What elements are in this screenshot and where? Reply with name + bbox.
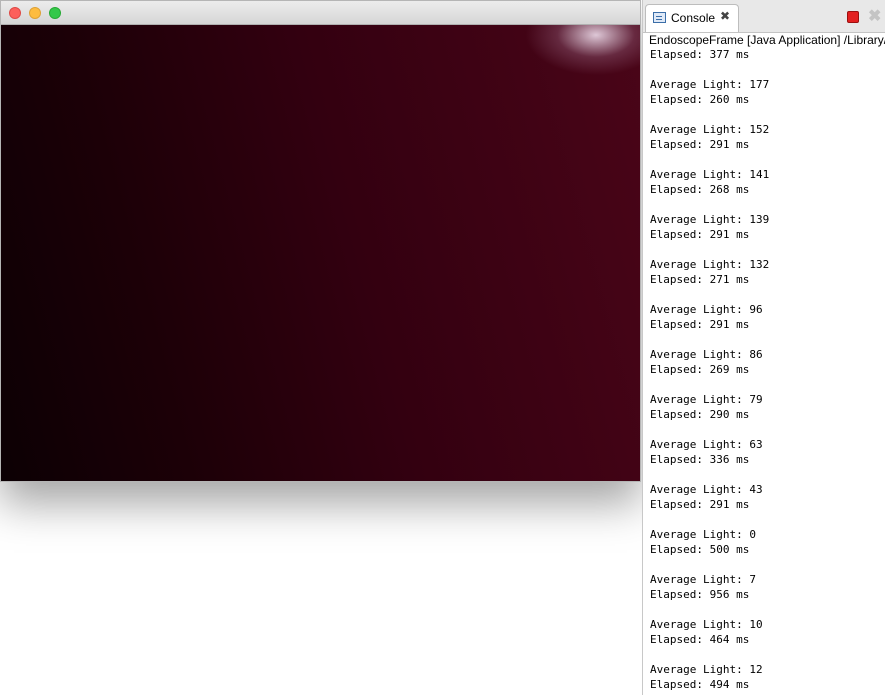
console-line: Elapsed: 464 ms: [650, 633, 750, 646]
console-icon: [653, 12, 666, 23]
console-line: Average Light: 12: [650, 663, 763, 676]
console-panel: Console ✖ ✖ EndoscopeFrame [Java Applica…: [642, 0, 885, 695]
launch-description: EndoscopeFrame [Java Application] /Libra…: [649, 33, 885, 47]
close-window-button[interactable]: [9, 7, 21, 19]
console-line: Average Light: 79: [650, 393, 763, 406]
console-line: Average Light: 141: [650, 168, 770, 181]
endoscope-window: [0, 0, 641, 482]
camera-video-feed: [1, 25, 640, 481]
console-line: Average Light: 63: [650, 438, 763, 451]
console-line: Average Light: 132: [650, 258, 770, 271]
console-output[interactable]: Elapsed: 377 ms Average Light: 177 Elapse…: [643, 47, 769, 692]
console-line: Average Light: 152: [650, 123, 770, 136]
console-line: Average Light: 86: [650, 348, 763, 361]
console-line: Elapsed: 268 ms: [650, 183, 750, 196]
console-line: Average Light: 7: [650, 573, 756, 586]
console-line: Elapsed: 291 ms: [650, 228, 750, 241]
minimize-window-button[interactable]: [29, 7, 41, 19]
console-line: Elapsed: 271 ms: [650, 273, 750, 286]
console-line: Average Light: 96: [650, 303, 763, 316]
tab-console-label: Console: [671, 11, 716, 25]
tab-console[interactable]: Console ✖: [645, 4, 739, 32]
console-line: Average Light: 177: [650, 78, 770, 91]
console-line: Elapsed: 377 ms: [650, 48, 750, 61]
maximize-window-button[interactable]: [49, 7, 61, 19]
console-line: Elapsed: 291 ms: [650, 498, 750, 511]
terminate-icon[interactable]: [847, 11, 859, 23]
console-line: Elapsed: 291 ms: [650, 138, 750, 151]
console-line: Elapsed: 290 ms: [650, 408, 750, 421]
console-line: Average Light: 10: [650, 618, 763, 631]
console-line: Average Light: 43: [650, 483, 763, 496]
console-tab-bar: Console ✖ ✖: [643, 0, 885, 33]
console-line: Elapsed: 500 ms: [650, 543, 750, 556]
remove-all-icon[interactable]: ✖: [868, 6, 881, 26]
console-line: Elapsed: 336 ms: [650, 453, 750, 466]
window-titlebar[interactable]: [1, 1, 640, 25]
console-line: Average Light: 139: [650, 213, 770, 226]
close-icon[interactable]: ✖: [720, 9, 730, 23]
console-line: Elapsed: 956 ms: [650, 588, 750, 601]
console-line: Average Light: 0: [650, 528, 756, 541]
console-line: Elapsed: 494 ms: [650, 678, 750, 691]
console-line: Elapsed: 291 ms: [650, 318, 750, 331]
console-line: Elapsed: 260 ms: [650, 93, 750, 106]
console-line: Elapsed: 269 ms: [650, 363, 750, 376]
